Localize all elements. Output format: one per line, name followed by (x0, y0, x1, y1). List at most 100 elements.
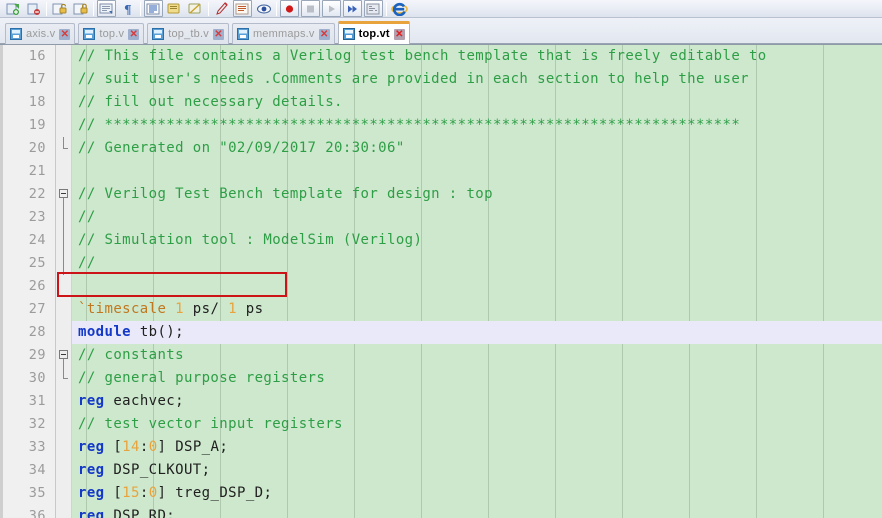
tab-close-button[interactable]: ✕ (318, 28, 330, 40)
notes-icon[interactable] (233, 0, 252, 17)
tab-close-button[interactable]: ✕ (393, 28, 405, 40)
code-token: ] DSP_A; (157, 439, 229, 455)
code-line[interactable]: // constants (72, 344, 882, 367)
code-line[interactable] (72, 160, 882, 183)
fold-collapse-icon[interactable] (59, 350, 68, 359)
code-token: // (78, 255, 96, 271)
tab-close-button[interactable]: ✕ (128, 28, 140, 40)
fold-marker (56, 229, 71, 252)
code-token: 1 (175, 301, 184, 317)
unlock-icon[interactable] (50, 0, 69, 17)
code-token: reg (78, 508, 105, 518)
code-token: // fill out necessary details. (78, 94, 343, 110)
fast-forward-icon[interactable] (343, 0, 362, 17)
fold-line (63, 206, 64, 229)
code-line[interactable]: reg [14:0] DSP_A; (72, 436, 882, 459)
editor-tab-bar: axis.v ✕ top.v ✕ top_tb.v ✕ memmaps.v ✕ (0, 18, 882, 44)
code-token: ] treg_DSP_D; (157, 485, 273, 501)
line-number: 30 (28, 370, 46, 386)
code-token: DSP_CLKOUT; (104, 462, 211, 478)
code-token: // constants (78, 347, 184, 363)
code-editor[interactable]: 16 17 18 19 20 21 22 23 24 25 26 27 28 29 30 31 32 33 34 35… (0, 44, 882, 518)
file-icon (83, 28, 96, 40)
fold-marker[interactable] (56, 344, 71, 367)
play-icon[interactable] (322, 0, 341, 17)
line-number: 28 (28, 324, 46, 340)
file-icon (342, 28, 355, 40)
record-icon[interactable] (280, 0, 299, 17)
tab-axis-v[interactable]: axis.v ✕ (5, 23, 76, 44)
tab-top-v[interactable]: top.v ✕ (78, 23, 145, 44)
tab-top-vt[interactable]: top.vt ✕ (337, 21, 410, 44)
line-number: 29 (28, 347, 46, 363)
code-token: // Verilog Test Bench template for desig… (78, 186, 493, 202)
highlight-pen-icon[interactable] (212, 0, 231, 17)
code-line[interactable]: // fill out necessary details. (72, 91, 882, 114)
lock-icon[interactable] (71, 0, 90, 17)
comment-block-icon[interactable] (165, 0, 184, 17)
code-token: [ (104, 485, 123, 501)
stop-icon[interactable] (301, 0, 320, 17)
tab-close-button[interactable]: ✕ (212, 28, 224, 40)
toolbar-separator (386, 1, 387, 16)
tab-memmaps-v[interactable]: memmaps.v ✕ (231, 23, 335, 44)
toolbar-separator (208, 1, 209, 16)
code-token: DSP_RD; (104, 508, 176, 518)
code-line[interactable]: reg eachvec; (72, 390, 882, 413)
code-line[interactable]: // *************************************… (72, 114, 882, 137)
indent-lines-icon[interactable] (144, 0, 163, 17)
paragraph-marks-icon[interactable]: ¶ (118, 0, 137, 17)
code-line[interactable] (72, 275, 882, 298)
insert-template-icon[interactable] (97, 0, 116, 17)
code-line[interactable]: `timescale 1 ps/ 1 ps (72, 298, 882, 321)
code-token: [ (104, 439, 123, 455)
code-token: reg (78, 485, 105, 501)
code-line[interactable]: module tb(); (72, 321, 882, 344)
code-token: ps/ (183, 301, 229, 317)
tab-label: memmaps.v (252, 28, 315, 40)
line-number: 27 (28, 301, 46, 317)
code-token: 0 (148, 485, 158, 501)
inspect-eye-icon[interactable] (254, 0, 273, 17)
fold-marker[interactable] (56, 183, 71, 206)
code-line[interactable]: reg DSP_RD; (72, 505, 882, 518)
fold-marker (56, 206, 71, 229)
code-line[interactable]: // general purpose registers (72, 367, 882, 390)
file-icon (236, 28, 249, 40)
code-line[interactable]: // test vector input registers (72, 413, 882, 436)
add-bookmark-icon[interactable] (3, 0, 22, 17)
line-number: 16 (28, 48, 46, 64)
code-token: // This file contains a Verilog test ben… (78, 48, 767, 64)
code-line[interactable]: reg DSP_CLKOUT; (72, 459, 882, 482)
tab-label: top.vt (358, 28, 390, 40)
code-line[interactable]: // This file contains a Verilog test ben… (72, 45, 882, 68)
uncomment-block-icon[interactable] (186, 0, 205, 17)
code-token: // Simulation tool : ModelSim (Verilog) (78, 232, 423, 248)
console-icon[interactable] (364, 0, 383, 17)
fold-collapse-icon[interactable] (59, 189, 68, 198)
fold-end-icon (63, 367, 68, 379)
fold-empty (56, 275, 71, 298)
tab-label: top.v (99, 28, 125, 40)
code-text-area[interactable]: // This file contains a Verilog test ben… (72, 45, 882, 518)
code-line[interactable]: reg [15:0] treg_DSP_D; (72, 482, 882, 505)
code-line[interactable]: // Generated on "02/09/2017 20:30:06" (72, 137, 882, 160)
fold-empty (56, 505, 71, 518)
tab-close-button[interactable]: ✕ (59, 28, 71, 40)
line-number: 22 (28, 186, 46, 202)
line-number: 20 (28, 140, 46, 156)
code-line[interactable]: // (72, 252, 882, 275)
fold-line (63, 359, 64, 367)
code-line[interactable]: // (72, 206, 882, 229)
code-line[interactable]: // Verilog Test Bench template for desig… (72, 183, 882, 206)
fold-line (63, 229, 64, 252)
remove-bookmark-icon[interactable] (24, 0, 43, 17)
toolbar-separator (93, 1, 94, 16)
code-folding-column[interactable] (56, 45, 72, 518)
browser-icon[interactable] (390, 0, 409, 17)
code-line[interactable]: // suit user's needs .Comments are provi… (72, 68, 882, 91)
code-token: eachvec; (104, 393, 184, 409)
code-line[interactable]: // Simulation tool : ModelSim (Verilog) (72, 229, 882, 252)
code-token: : (139, 485, 149, 501)
tab-top-tb-v[interactable]: top_tb.v ✕ (147, 23, 229, 44)
